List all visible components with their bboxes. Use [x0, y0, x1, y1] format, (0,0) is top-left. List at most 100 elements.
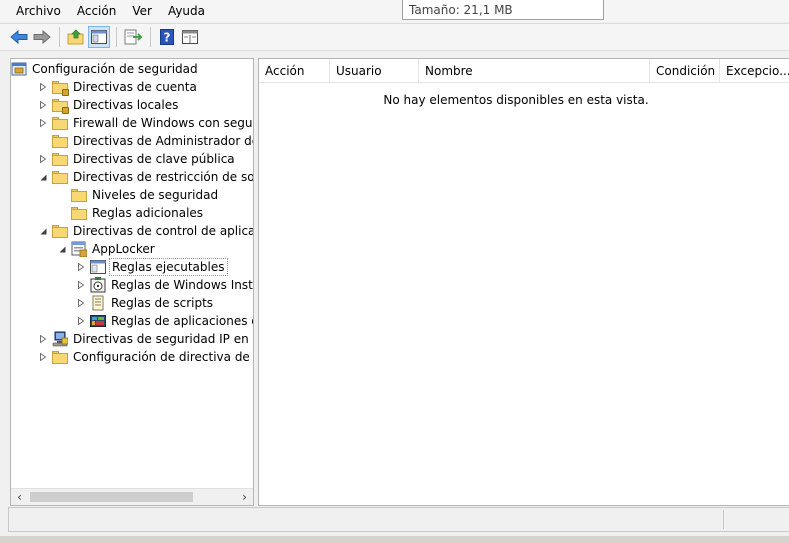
tree-node-label: Directivas de clave pública: [73, 152, 235, 166]
tree-node[interactable]: Reglas de Windows Installer: [76, 276, 253, 294]
expand-arrow-icon[interactable]: [38, 348, 48, 366]
properties-icon: [182, 30, 198, 44]
up-folder-icon: [67, 29, 84, 45]
tree-node-label: Directivas locales: [73, 98, 179, 112]
empty-list-message: No hay elementos disponibles en esta vis…: [383, 93, 649, 107]
status-bar-separator: [723, 510, 724, 529]
ip-security-icon: [52, 331, 68, 347]
folder-icon: [52, 133, 68, 149]
tree-node[interactable]: Reglas adicionales: [57, 204, 205, 222]
collapse-arrow-icon[interactable]: [57, 240, 67, 258]
applocker-icon: [71, 241, 87, 257]
tree-node-label: Reglas de Windows Installer: [111, 278, 253, 292]
tree-node[interactable]: Reglas ejecutables: [76, 258, 228, 276]
tree-node[interactable]: Configuración de directiva de auditor: [38, 348, 253, 366]
tree-node-label: Directivas de seguridad IP en Equipo l: [73, 332, 253, 346]
menu-ver[interactable]: Ver: [124, 0, 160, 22]
folder-icon: [52, 169, 68, 185]
tree-node-label: Niveles de seguridad: [92, 188, 219, 202]
tree-node[interactable]: Directivas de seguridad IP en Equipo l: [38, 330, 253, 348]
column-header-condicion[interactable]: Condición: [650, 59, 720, 83]
folder-icon: [52, 115, 68, 131]
expand-arrow-icon[interactable]: [76, 276, 86, 294]
tree-node-label: AppLocker: [92, 242, 155, 256]
expand-arrow-icon[interactable]: [38, 78, 48, 96]
expand-arrow-icon[interactable]: [76, 294, 86, 312]
folder-icon: [71, 205, 87, 221]
column-header-accion[interactable]: Acción: [259, 59, 330, 83]
tree-node-label: Firewall de Windows con seguridad av: [73, 116, 253, 130]
export-list-icon: [124, 29, 142, 45]
expand-arrow-icon[interactable]: [76, 312, 86, 330]
menu-ayuda[interactable]: Ayuda: [160, 0, 213, 22]
tree-node-label: Configuración de directiva de auditor: [73, 350, 253, 364]
tree-node[interactable]: Directivas de restricción de software: [38, 168, 254, 186]
expand-arrow-icon[interactable]: [76, 258, 86, 276]
folder-icon: [52, 151, 68, 167]
folder-icon: [52, 223, 68, 239]
tree-node[interactable]: Directivas locales: [38, 96, 180, 114]
menu-accion[interactable]: Acción: [69, 0, 124, 22]
folder-icon: [71, 187, 87, 203]
expand-arrow-icon[interactable]: [38, 114, 48, 132]
tree-node-label: Directivas de restricción de software: [73, 170, 254, 184]
tree-node[interactable]: Configuración de seguridad: [11, 60, 200, 78]
up-one-level-button[interactable]: [65, 26, 87, 48]
packaged-apps-icon: [90, 313, 106, 329]
expander-placeholder: [38, 132, 48, 150]
column-header-usuario[interactable]: Usuario: [330, 59, 419, 83]
tree-node-label: Directivas de cuenta: [73, 80, 197, 94]
menu-archivo[interactable]: Archivo: [8, 0, 69, 22]
menu-bar: Archivo Acción Ver Ayuda: [0, 0, 789, 22]
expand-arrow-icon[interactable]: [38, 330, 48, 348]
tree-node[interactable]: Directivas de cuenta: [38, 78, 199, 96]
tree-node-label: Reglas de aplicaciones empaq: [111, 314, 253, 328]
tree-node-label: Directivas de Administrador de listas d: [73, 134, 253, 148]
tree-node[interactable]: Reglas de aplicaciones empaq: [76, 312, 253, 330]
expand-arrow-icon[interactable]: [38, 150, 48, 168]
expander-placeholder: [57, 186, 67, 204]
toolbar: ?: [0, 23, 789, 51]
locked-folder-icon: [52, 97, 69, 114]
tree-node[interactable]: Directivas de clave pública: [38, 150, 237, 168]
tree-horizontal-scrollbar[interactable]: ‹ ›: [11, 488, 253, 505]
scroll-left-icon[interactable]: ‹: [11, 489, 28, 505]
tree-node-label: Configuración de seguridad: [32, 62, 198, 76]
help-button[interactable]: ?: [156, 26, 178, 48]
tree-node-label: Reglas adicionales: [92, 206, 204, 220]
back-button[interactable]: [8, 26, 30, 48]
export-list-button[interactable]: [122, 26, 144, 48]
tree-node[interactable]: Directivas de Administrador de listas d: [38, 132, 253, 150]
locked-folder-icon: [52, 79, 69, 96]
scroll-thumb[interactable]: [30, 492, 193, 502]
expand-arrow-icon[interactable]: [38, 96, 48, 114]
window-bottom-edge: [0, 536, 789, 543]
size-tooltip: Tamaño: 21,1 MB: [402, 0, 604, 20]
tree-node[interactable]: AppLocker: [57, 240, 157, 258]
back-arrow-icon: [10, 30, 28, 44]
svg-text:?: ?: [164, 31, 171, 45]
folder-icon: [52, 349, 68, 365]
status-bar: [8, 507, 789, 532]
console-tree-pane: Configuración de seguridad Directivas de …: [10, 58, 254, 506]
tree-node[interactable]: Niveles de seguridad: [57, 186, 220, 204]
column-header-excepciones[interactable]: Excepcio...: [720, 59, 789, 83]
tree-node-label: Directivas de control de aplicaciones: [73, 224, 254, 238]
collapse-arrow-icon[interactable]: [38, 168, 48, 186]
forward-arrow-icon: [33, 30, 51, 44]
tree-node-label: Reglas de scripts: [111, 296, 214, 310]
forward-button[interactable]: [31, 26, 53, 48]
column-header-nombre[interactable]: Nombre: [419, 59, 650, 83]
help-icon: ?: [160, 29, 174, 45]
tree-node[interactable]: Directivas de control de aplicaciones: [38, 222, 254, 240]
scroll-right-icon[interactable]: ›: [236, 489, 253, 505]
executable-rules-icon: [90, 259, 106, 275]
collapse-arrow-icon[interactable]: [38, 222, 48, 240]
security-settings-icon: [11, 61, 27, 77]
windows-installer-icon: [90, 277, 106, 293]
tree-node[interactable]: Firewall de Windows con seguridad av: [38, 114, 253, 132]
tree-node-label: Reglas ejecutables: [109, 258, 228, 276]
properties-button[interactable]: [179, 26, 201, 48]
tree-node[interactable]: Reglas de scripts: [76, 294, 215, 312]
show-hide-tree-button[interactable]: [88, 26, 110, 48]
